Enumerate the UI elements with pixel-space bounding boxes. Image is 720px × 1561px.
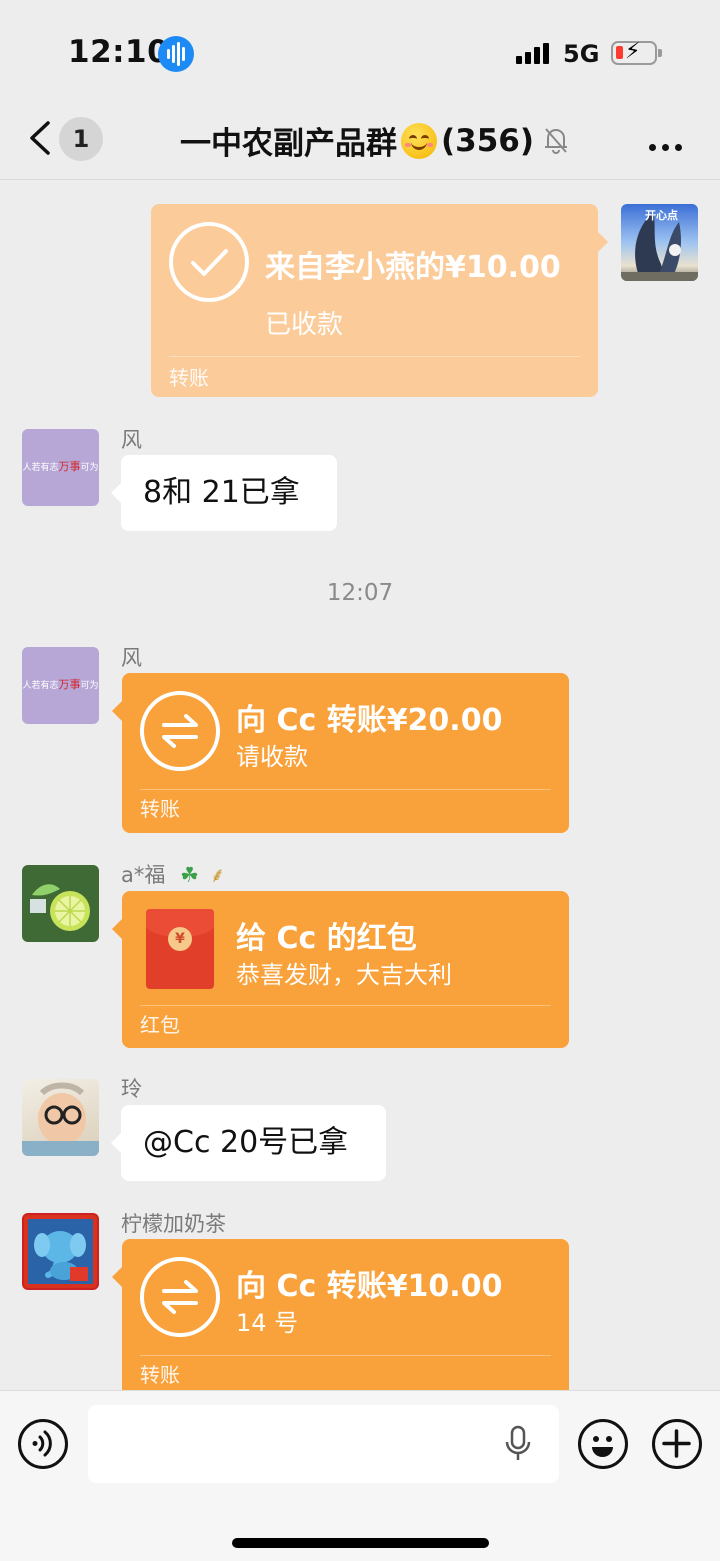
transfer-amount: 向 Cc 转账¥20.00 xyxy=(236,703,503,738)
message-list[interactable]: 来自李小燕的¥10.00 已收款 转账 开心点 人若有志万事可为 风 8和 21… xyxy=(0,181,720,1390)
received-transfer-card[interactable]: 来自李小燕的¥10.00 已收款 转账 xyxy=(151,204,608,397)
card-type-label: 红包 xyxy=(140,1013,180,1037)
ellipsis-icon[interactable] xyxy=(649,136,688,155)
sender-name: 风 xyxy=(121,646,142,670)
microphone-icon[interactable] xyxy=(503,1424,533,1464)
avatar-text-right: 可为 xyxy=(80,681,99,691)
transfer-note: 请收款 xyxy=(236,743,308,771)
sender-name-text: a*福 xyxy=(121,863,166,887)
checkmark-circle-icon xyxy=(169,222,249,302)
bell-slash-icon xyxy=(545,128,567,154)
avatar-text-left: 人若有志 xyxy=(22,463,59,473)
transfer-card[interactable]: 向 Cc 转账¥10.00 14 号 转账 xyxy=(112,1239,569,1390)
transfer-status: 已收款 xyxy=(265,310,344,340)
status-bar: 12:10 5G ⚡ xyxy=(0,0,720,100)
red-packet-greeting: 恭喜发财，大吉大利 xyxy=(236,961,452,989)
red-packet-title: 给 Cc 的红包 xyxy=(236,921,417,956)
avatar-caption: 开心点 xyxy=(645,209,678,222)
sender-name: 玲 xyxy=(121,1077,142,1101)
rice-icon: ⸙ xyxy=(209,863,226,887)
plus-icon[interactable] xyxy=(652,1419,702,1469)
chat-title-text: 一中农副产品群 xyxy=(180,126,397,162)
self-avatar[interactable]: 开心点 xyxy=(621,204,698,281)
sender-avatar-ling[interactable] xyxy=(22,1079,99,1156)
sender-name: 柠檬加奶茶 xyxy=(121,1212,226,1236)
transfer-amount: 来自李小燕的¥10.00 xyxy=(265,250,561,285)
message-timestamp: 12:07 xyxy=(326,580,394,606)
transfer-arrows-icon xyxy=(140,691,220,771)
voice-activity-icon xyxy=(158,36,194,72)
input-bar xyxy=(0,1390,720,1561)
sender-avatar-lime[interactable] xyxy=(22,865,99,942)
transfer-card[interactable]: 向 Cc 转账¥20.00 请收款 转账 xyxy=(112,673,569,833)
text-message-bubble[interactable]: @Cc 20号已拿 xyxy=(111,1105,386,1181)
smiling-face-emoji-icon xyxy=(401,122,437,159)
text-message-bubble[interactable]: 8和 21已拿 xyxy=(111,455,337,531)
voice-mode-icon[interactable] xyxy=(18,1419,68,1469)
message-input[interactable] xyxy=(88,1405,559,1483)
sender-avatar-lemon-tea[interactable] xyxy=(22,1213,99,1290)
card-type-label: 转账 xyxy=(140,797,180,821)
home-indicator[interactable] xyxy=(232,1538,489,1548)
red-packet-icon: ¥ xyxy=(146,909,214,989)
chat-header: 1 一中农副产品群 (356) xyxy=(0,100,720,180)
avatar-text-left: 人若有志 xyxy=(22,681,59,691)
baby-photo xyxy=(22,1082,99,1156)
clover-icon: ☘ xyxy=(180,863,199,887)
sender-avatar-feng[interactable]: 人若有志万事可为 xyxy=(22,647,99,724)
card-type-label: 转账 xyxy=(169,366,209,390)
sender-avatar-feng[interactable]: 人若有志万事可为 xyxy=(22,429,99,506)
lime-photo xyxy=(30,884,90,931)
unread-count-badge[interactable]: 1 xyxy=(59,117,103,161)
transfer-amount: 向 Cc 转账¥10.00 xyxy=(236,1269,503,1304)
member-count: (356) xyxy=(441,122,535,159)
red-packet-card[interactable]: ¥ 给 Cc 的红包 恭喜发财，大吉大利 红包 xyxy=(112,891,569,1048)
avatar-text-mid: 万事 xyxy=(58,678,81,691)
transfer-note: 14 号 xyxy=(236,1309,299,1337)
sender-name: a*福 ☘ ⸙ xyxy=(121,859,225,889)
elephant-photo xyxy=(28,1219,93,1284)
chevron-left-icon[interactable] xyxy=(26,120,56,156)
battery-icon: ⚡ xyxy=(611,39,662,65)
avatar-text-mid: 万事 xyxy=(58,460,81,473)
transfer-arrows-icon xyxy=(140,1257,220,1337)
network-type: 5G xyxy=(563,40,600,68)
avatar-text-right: 可为 xyxy=(80,463,99,473)
status-time: 12:10 xyxy=(68,34,170,70)
sender-name: 风 xyxy=(121,428,142,452)
charging-bolt-icon: ⚡ xyxy=(625,39,641,64)
card-type-label: 转账 xyxy=(140,1363,180,1387)
chat-title[interactable]: 一中农副产品群 (356) xyxy=(180,118,534,163)
smiley-icon[interactable] xyxy=(578,1419,628,1469)
